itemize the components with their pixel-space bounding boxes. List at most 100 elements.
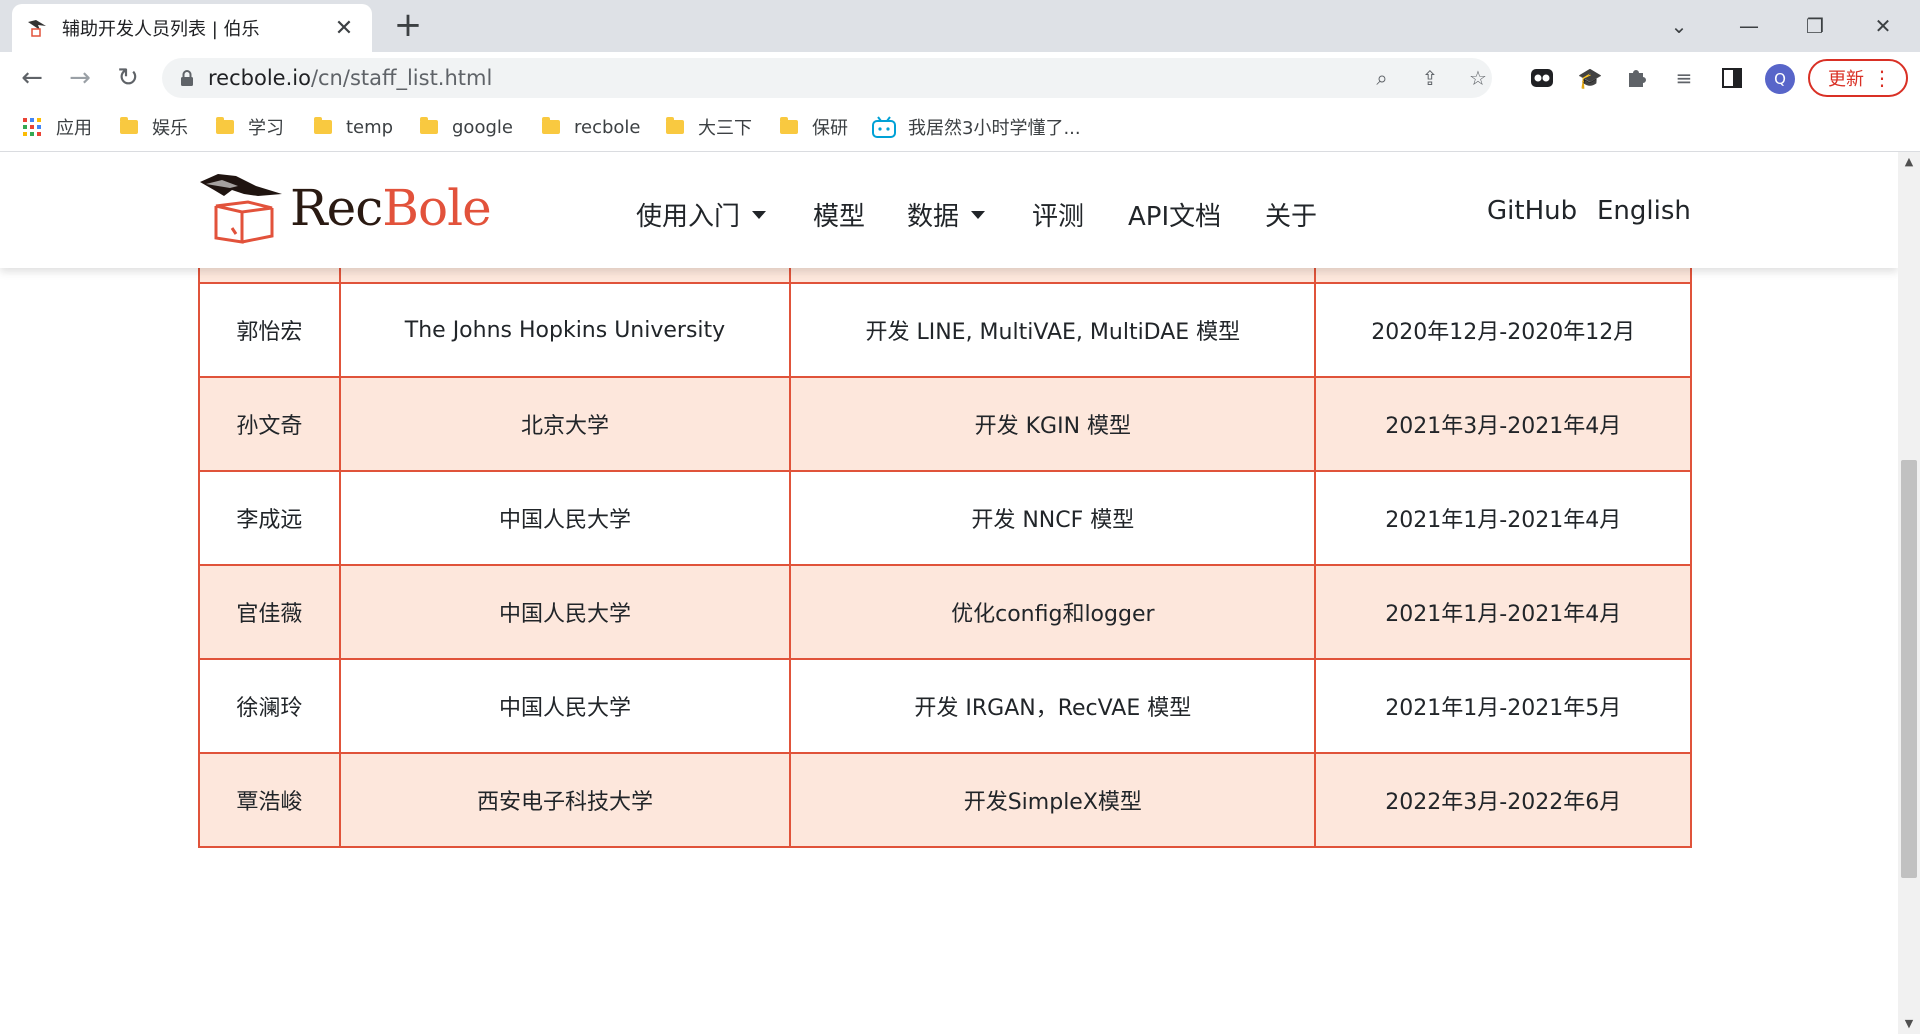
staff-period: 2021年1月-2021年5月 [1314,658,1692,754]
staff-period: 2021年3月-2021年4月 [1314,376,1692,472]
table-row: 官佳薇 中国人民大学 优化config和logger 2021年1月-2021年… [198,564,1692,660]
url-host: recbole.io [208,66,311,90]
table-row: 李成远 中国人民大学 开发 NNCF 模型 2021年1月-2021年4月 [198,470,1692,566]
brand-rec: Rec [290,179,383,237]
site-navbar: RecBole 使用入门 模型 数据 评测 API文档 关于 GitHub En… [0,152,1898,268]
table-row: 覃浩峻 西安电子科技大学 开发SimpleX模型 2022年3月-2022年6月 [198,752,1692,848]
staff-contribution: 开发 LINE, MultiVAE, MultiDAE 模型 [789,282,1317,378]
folder-icon [120,117,138,134]
side-panel-icon[interactable] [1718,64,1746,92]
bookmark-folder[interactable]: 保研 [780,114,848,140]
graduation-cap-icon[interactable]: 🎓 [1576,64,1604,92]
forward-button[interactable]: → [60,60,100,96]
bookmark-label: 应用 [56,118,92,139]
bookmark-label: temp [346,116,394,138]
tab-close-icon[interactable]: ✕ [330,16,358,41]
update-button[interactable]: 更新 ⋮ [1808,59,1908,97]
address-bar[interactable]: recbole.io/cn/staff_list.html ⌕ ⇪ ☆ [162,58,1492,98]
close-window-button[interactable]: ✕ [1858,8,1908,44]
folder-icon [666,117,684,134]
scroll-up-arrow-icon[interactable]: ▲ [1898,152,1920,172]
bookmark-star-icon[interactable]: ☆ [1466,66,1490,90]
staff-contribution: 开发SimpleX模型 [789,752,1317,848]
url-path: /cn/staff_list.html [310,66,493,90]
staff-name: 郭怡宏 [198,282,341,378]
bookmark-folder[interactable]: 大三下 [666,114,752,140]
minimize-button[interactable]: — [1724,8,1774,44]
nav-getting-started[interactable]: 使用入门 [636,196,767,233]
apps-grid-icon [23,118,41,136]
bookmark-bilibili[interactable]: 我居然3小时学懂了... [872,114,1081,140]
tab-search-chevron-icon[interactable]: ⌄ [1654,8,1704,44]
staff-school: 中国人民大学 [338,564,792,660]
bookmark-folder[interactable]: google [420,114,513,140]
update-label: 更新 [1828,69,1864,90]
new-tab-button[interactable]: + [390,8,426,44]
restore-button[interactable]: ❐ [1790,8,1840,44]
staff-contribution: 开发 KGIN 模型 [789,376,1317,472]
scrollbar-thumb[interactable] [1901,460,1917,878]
bookmark-apps[interactable]: 应用 [22,114,92,140]
folder-icon [216,117,234,134]
extensions-puzzle-icon[interactable] [1622,64,1650,92]
staff-period: 2020年12月-2020年12月 [1314,282,1692,378]
bookmark-label: google [452,116,513,138]
staff-period: 2021年1月-2021年4月 [1314,470,1692,566]
folder-icon [542,117,560,134]
reading-list-icon[interactable]: ≡ [1670,64,1698,92]
staff-name: 徐澜玲 [198,658,341,754]
staff-name: 李成远 [198,470,341,566]
back-button[interactable]: ← [12,60,52,96]
profile-avatar[interactable]: Q [1765,64,1795,94]
folder-icon [314,117,332,134]
browser-tab[interactable]: 辅助开发人员列表 | 伯乐 ✕ [12,4,372,52]
nav-label: 使用入门 [636,202,741,232]
tab-strip: 辅助开发人员列表 | 伯乐 ✕ + ⌄ — ❐ ✕ [0,0,1920,52]
bilibili-icon [872,116,896,138]
staff-name: 官佳薇 [198,564,341,660]
nav-label: 数据 [907,202,960,232]
bole-horse-logo-icon [200,174,282,244]
folder-icon [780,117,798,134]
staff-period: 2021年1月-2021年4月 [1314,564,1692,660]
bookmark-folder[interactable]: temp [314,114,393,140]
zoom-icon[interactable]: ⌕ [1370,66,1394,90]
tab-title: 辅助开发人员列表 | 伯乐 [62,19,260,40]
bookmarks-bar: 应用 娱乐 学习 temp google recbole 大三下 保研 我居然3… [0,104,1920,152]
bookmark-folder[interactable]: recbole [542,114,641,140]
nav-english[interactable]: English [1597,196,1691,226]
scroll-down-arrow-icon[interactable]: ▼ [1898,1014,1920,1034]
staff-table: 李逸博 中国人民大学 开发 draw_loss_pic 功能 2021年1月-2… [198,188,1692,848]
lock-icon [181,70,193,86]
browser-toolbar: ← → ↻ recbole.io/cn/staff_list.html ⌕ ⇪ … [0,52,1920,104]
bookmark-label: recbole [574,116,641,138]
brand-bole: Bole [382,179,491,237]
reload-button[interactable]: ↻ [108,60,148,96]
dropdown-caret-icon [971,210,986,219]
nav-models[interactable]: 模型 [813,196,865,233]
nav-api-docs[interactable]: API文档 [1128,196,1221,233]
folder-icon [420,117,438,134]
page-viewport: RecBole 使用入门 模型 数据 评测 API文档 关于 GitHub En… [0,152,1898,1034]
page-scrollbar[interactable]: ▲ ▼ [1898,152,1920,1034]
url-text: recbole.io/cn/staff_list.html [208,66,492,90]
share-icon[interactable]: ⇪ [1418,66,1442,90]
nav-github[interactable]: GitHub [1487,196,1577,226]
bookmark-label: 保研 [812,118,848,139]
nav-evaluation[interactable]: 评测 [1032,196,1084,233]
table-row: 徐澜玲 中国人民大学 开发 IRGAN，RecVAE 模型 2021年1月-20… [198,658,1692,754]
bookmark-folder[interactable]: 学习 [216,114,284,140]
recbole-favicon-icon [26,17,48,39]
bookmark-folder[interactable]: 娱乐 [120,114,188,140]
table-row: 孙文奇 北京大学 开发 KGIN 模型 2021年3月-2021年4月 [198,376,1692,472]
bookmark-label: 学习 [248,118,284,139]
staff-period: 2022年3月-2022年6月 [1314,752,1692,848]
nav-about[interactable]: 关于 [1265,196,1317,233]
menu-kebab-icon[interactable]: ⋮ [1872,67,1892,89]
staff-school: 中国人民大学 [338,470,792,566]
bookmark-label: 娱乐 [152,118,188,139]
staff-name: 覃浩峻 [198,752,341,848]
recbole-logo[interactable]: RecBole [196,168,492,248]
nav-data[interactable]: 数据 [907,196,986,233]
extension-dots-icon[interactable] [1528,64,1556,92]
